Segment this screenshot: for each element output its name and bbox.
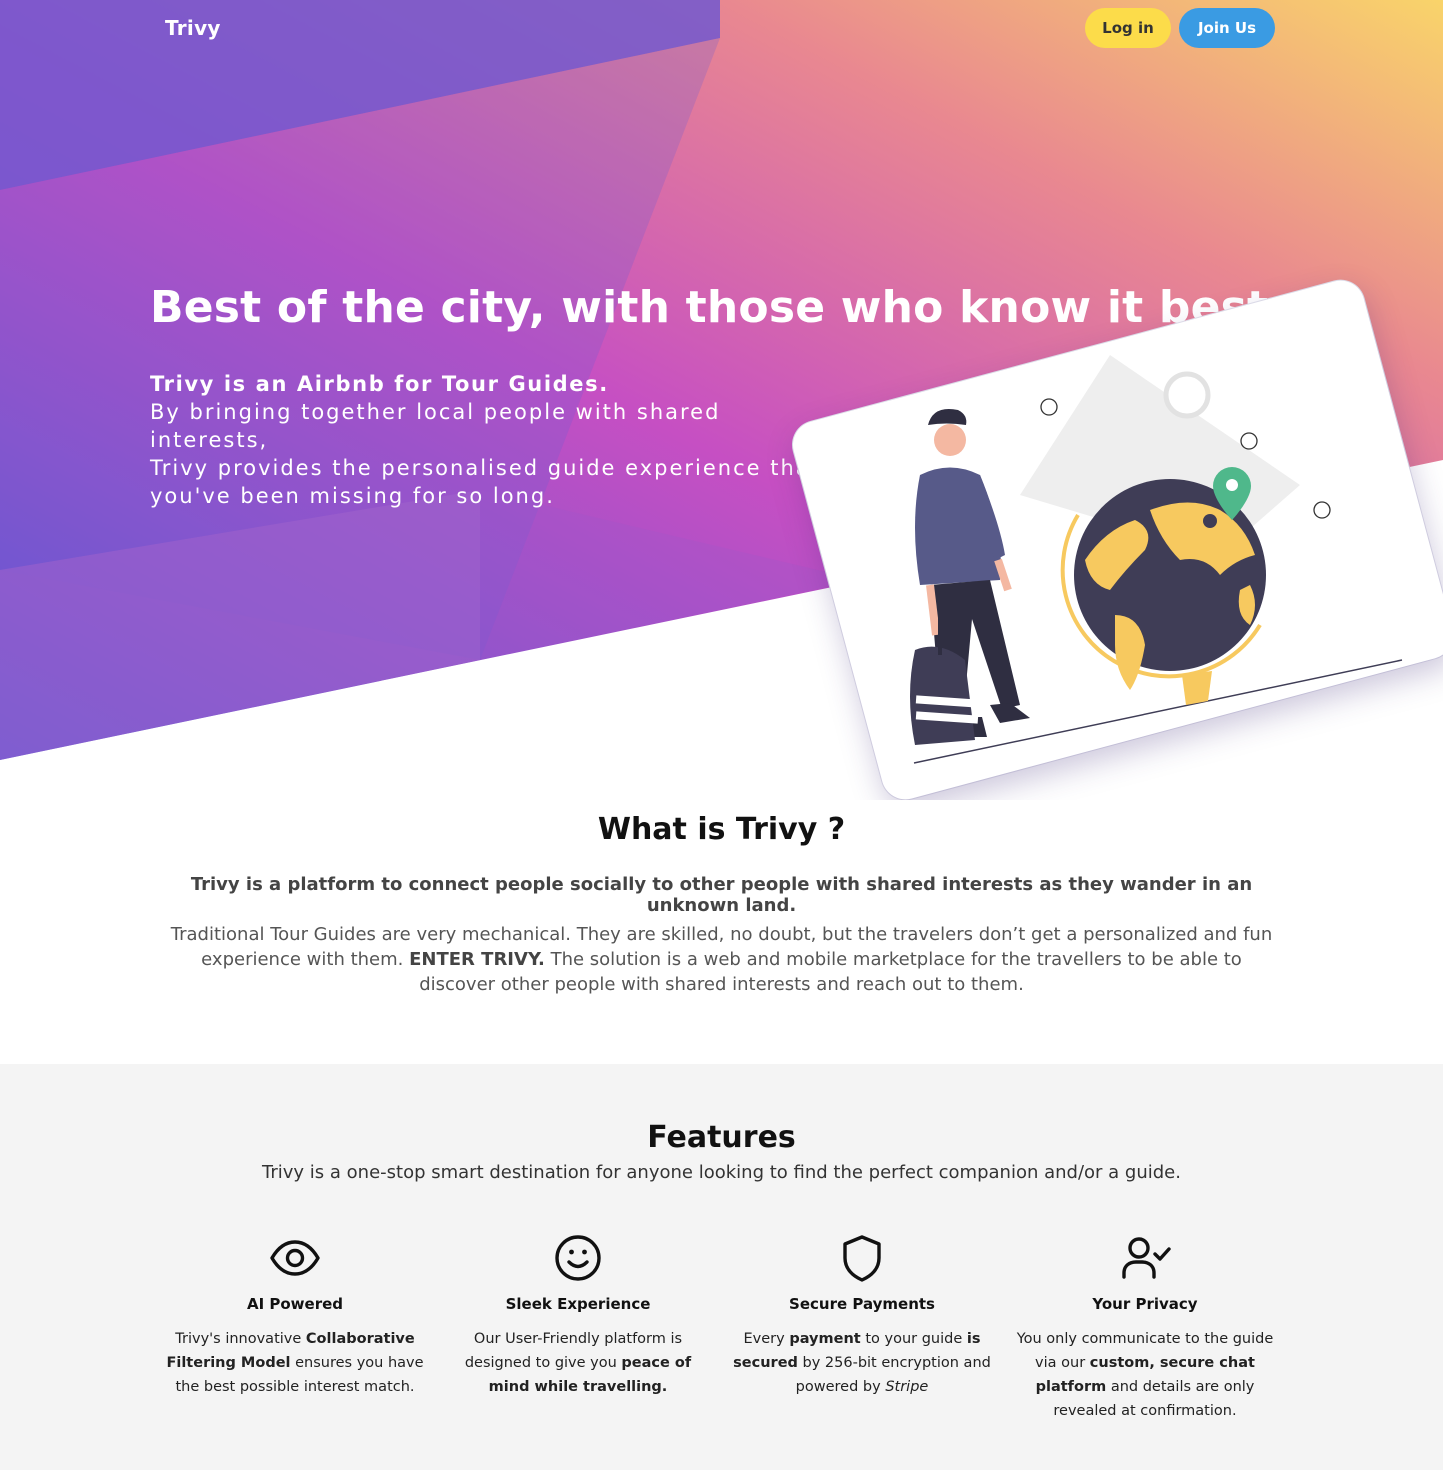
features-subtitle: Trivy is a one-stop smart destination fo… xyxy=(262,1162,1181,1183)
feature-title: Sleek Experience xyxy=(505,1295,651,1313)
traveller-globe-illustration xyxy=(910,355,1403,764)
what-desc-emphasis: ENTER TRIVY. xyxy=(409,949,545,970)
what-is-section: What is Trivy ? Trivy is a platform to c… xyxy=(0,800,1443,1064)
feature-text: Trivy's innovative xyxy=(175,1331,306,1347)
features-section: Features Trivy is a one-stop smart desti… xyxy=(0,1064,1443,1470)
feature-your-privacy: Your Privacy You only communicate to the… xyxy=(1010,1232,1280,1423)
feature-text-bold: payment xyxy=(789,1331,861,1347)
feature-description: Every payment to your guide is secured b… xyxy=(727,1327,997,1399)
feature-title: AI Powered xyxy=(246,1295,344,1313)
hero-subtitle-line: Trivy provides the personalised guide ex… xyxy=(150,456,821,480)
brand-logo[interactable]: Trivy xyxy=(165,16,221,40)
feature-secure-payments: Secure Payments Every payment to your gu… xyxy=(727,1232,997,1399)
login-button[interactable]: Log in xyxy=(1085,8,1171,48)
feature-description: Our User-Friendly platform is designed t… xyxy=(443,1327,713,1399)
feature-title: Your Privacy xyxy=(1092,1295,1198,1313)
feature-description: You only communicate to the guide via ou… xyxy=(1010,1327,1280,1423)
hero-title: Best of the city, with those who know it… xyxy=(150,282,1286,333)
eye-icon xyxy=(270,1240,320,1276)
shield-icon xyxy=(843,1235,881,1282)
features-heading: Features xyxy=(647,1120,796,1155)
feature-text: to your guide xyxy=(860,1331,967,1347)
hero-section: Trivy Log in Join Us Best of the city, w… xyxy=(0,0,1443,800)
feature-description: Trivy's innovative Collaborative Filteri… xyxy=(160,1327,430,1399)
what-description: Traditional Tour Guides are very mechani… xyxy=(165,922,1278,997)
what-lead: Trivy is a platform to connect people so… xyxy=(190,874,1253,916)
what-heading: What is Trivy ? xyxy=(597,812,846,847)
join-button[interactable]: Join Us xyxy=(1179,8,1275,48)
feature-text-italic: Stripe xyxy=(885,1379,929,1395)
hero-subtitle: Trivy is an Airbnb for Tour Guides. By b… xyxy=(150,370,830,510)
feature-ai-powered: AI Powered Trivy's innovative Collaborat… xyxy=(160,1232,430,1399)
feature-text: Every xyxy=(743,1331,790,1347)
hero-subtitle-line: By bringing together local people with s… xyxy=(150,400,721,452)
user-check-icon xyxy=(1122,1237,1171,1279)
feature-title: Secure Payments xyxy=(789,1295,935,1313)
feature-sleek-experience: Sleek Experience Our User-Friendly platf… xyxy=(443,1232,713,1399)
hero-subtitle-bold: Trivy is an Airbnb for Tour Guides. xyxy=(150,372,609,396)
hero-subtitle-line: you've been missing for so long. xyxy=(150,484,555,508)
smile-icon xyxy=(555,1235,601,1281)
